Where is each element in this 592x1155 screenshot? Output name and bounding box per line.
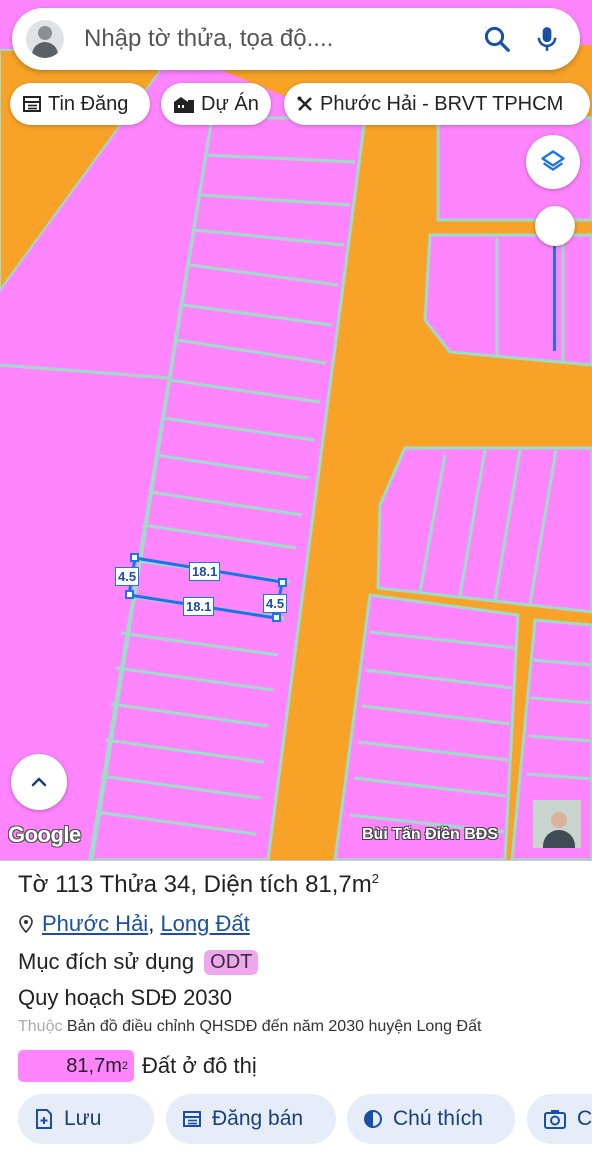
block-e-mid (376, 446, 592, 614)
bookmark-add-icon (36, 1109, 52, 1129)
camera-icon (544, 1110, 566, 1129)
chip-tin-dang[interactable]: Tin Đăng (10, 83, 150, 125)
search-input[interactable] (84, 22, 464, 56)
land-use-map (0, 0, 592, 860)
chip-label: Tin Đăng (48, 92, 129, 115)
camera-button[interactable]: C (527, 1094, 592, 1144)
dimension-label: 4.5 (115, 567, 140, 586)
search-bar[interactable] (12, 8, 580, 70)
tools-icon (297, 96, 312, 111)
legend-button[interactable]: Chú thích (347, 1094, 515, 1144)
plan-title: Quy hoạch SDĐ 2030 (18, 985, 233, 1010)
listing-icon (183, 1111, 201, 1127)
save-button[interactable]: Lưu (18, 1094, 154, 1144)
listing-icon (23, 96, 41, 112)
land-use-purpose: Mục đích sử dụng ODT (18, 949, 259, 975)
layers-button[interactable] (526, 135, 580, 189)
area-legend: 81,7m 2 Đất ở đô thị (18, 1050, 257, 1082)
block-ne (423, 233, 592, 367)
location-pin-icon (19, 915, 33, 933)
layers-icon (541, 150, 565, 171)
post-sale-button[interactable]: Đăng bán (166, 1094, 336, 1144)
district-link[interactable]: Long Đất (160, 911, 249, 937)
plan-document: Thuộc Bản đồ điều chỉnh QHSDĐ đến năm 20… (18, 1018, 482, 1035)
chevron-up-icon (31, 777, 47, 787)
avatar[interactable] (26, 20, 64, 58)
dimension-label: 18.1 (183, 597, 215, 616)
purpose-code-badge: ODT (204, 949, 259, 975)
parcel-title: Tờ 113 Thửa 34, Diện tích 81,7m2 (18, 871, 379, 898)
parcel-info-panel: Tờ 113 Thửa 34, Diện tích 81,7m2 Phước H… (0, 860, 592, 1155)
dimension-label: 4.5 (263, 594, 288, 613)
search-icon[interactable] (482, 24, 512, 54)
google-attribution: Google (8, 822, 81, 847)
dimension-label: 18.1 (189, 562, 221, 581)
opacity-slider-thumb[interactable] (535, 206, 575, 246)
map-canvas[interactable]: 4.5 18.1 18.1 4.5 Google Bùi Tấn Điền BĐ… (0, 0, 592, 860)
parcel-location: Phước Hải, Long Đất (18, 911, 250, 937)
chip-label: Dự Án (201, 92, 259, 115)
area-swatch: 81,7m 2 (18, 1050, 134, 1082)
chip-region[interactable]: Phước Hải - BRVT TPHCM (284, 83, 590, 125)
building-icon (174, 97, 194, 113)
watermark-text: Bùi Tấn Điền BĐS (362, 826, 499, 843)
contrast-icon (364, 1110, 382, 1128)
microphone-icon[interactable] (532, 24, 562, 54)
chip-label: Phước Hải - BRVT TPHCM (320, 92, 564, 115)
chip-du-an[interactable]: Dự Án (161, 83, 271, 125)
watermark-avatar (533, 800, 581, 848)
ward-link[interactable]: Phước Hải (42, 911, 148, 937)
area-land-type: Đất ở đô thị (142, 1053, 257, 1078)
expand-panel-button[interactable] (11, 754, 67, 810)
